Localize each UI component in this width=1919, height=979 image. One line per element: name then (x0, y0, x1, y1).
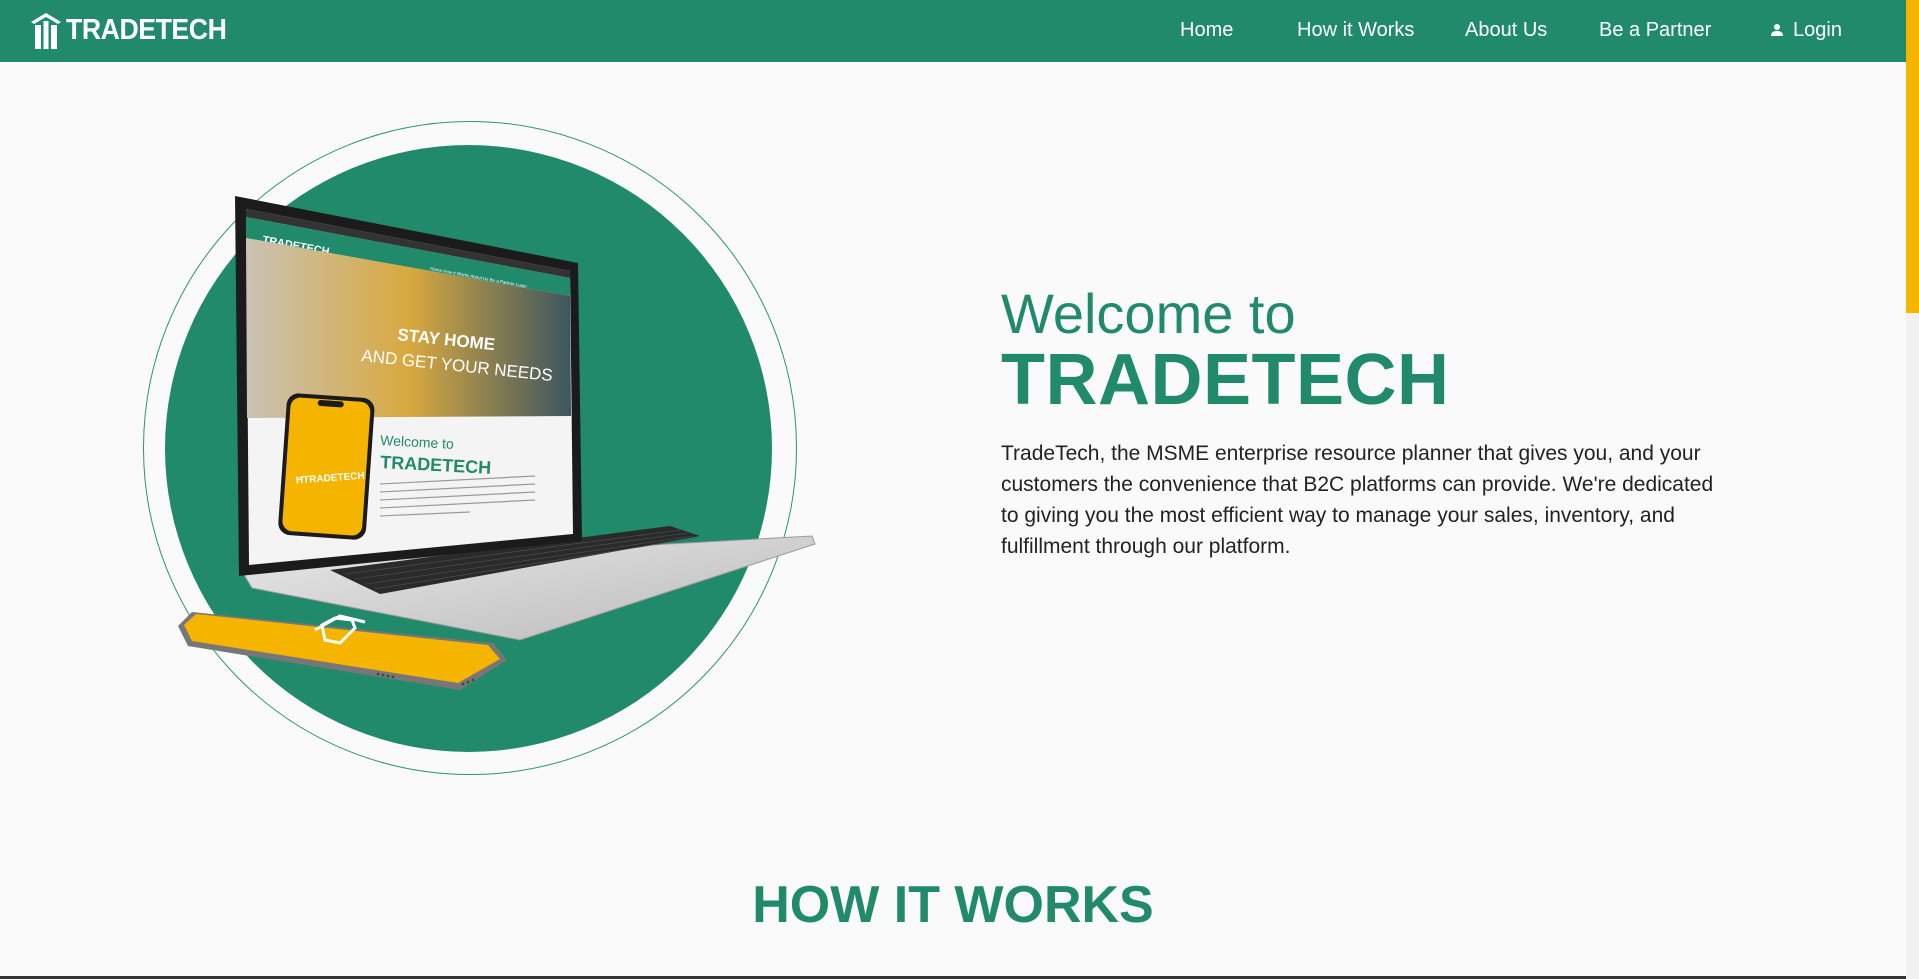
hero-text: Welcome to TRADETECH TradeTech, the MSME… (1001, 284, 1741, 562)
nav-be-a-partner[interactable]: Be a Partner (1599, 18, 1711, 42)
welcome-heading: Welcome to (1001, 282, 1296, 345)
how-it-works-title: HOW IT WORKS (752, 876, 1154, 934)
laptop-screen: TRADETECH Home How it Works About Us Be … (246, 209, 573, 565)
navbar: TRADETECH Home How it Works About Us Be … (0, 0, 1906, 62)
main-nav: Home How it Works About Us Be a Partner … (0, 0, 1906, 62)
nav-about-us[interactable]: About Us (1465, 18, 1547, 42)
scrollbar-thumb[interactable] (1906, 0, 1919, 313)
hero-description: TradeTech, the MSME enterprise resource … (1001, 442, 1714, 558)
brand-heading: TRADETECH (1001, 340, 1450, 420)
hero-illustration: TRADETECH Home How it Works About Us Be … (140, 118, 820, 778)
login-label: Login (1793, 19, 1842, 41)
nav-home[interactable]: Home (1180, 18, 1233, 42)
page: TRADETECH Home How it Works About Us Be … (0, 0, 1906, 979)
nav-how-it-works[interactable]: How it Works (1297, 18, 1414, 42)
scrollbar[interactable] (1906, 0, 1919, 979)
person-icon (1771, 24, 1783, 36)
devices-mockup-image: TRADETECH Home How it Works About Us Be … (178, 196, 816, 690)
nav-login[interactable]: Login (1770, 18, 1842, 42)
